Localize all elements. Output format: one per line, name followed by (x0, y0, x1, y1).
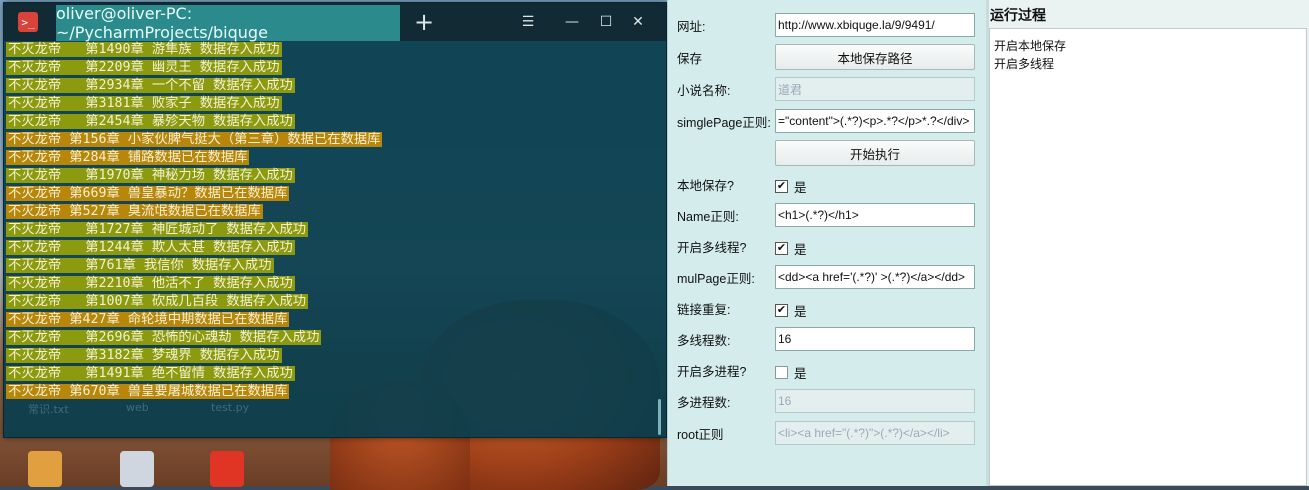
terminal-line: 不灭龙帝 第3181章 败家子 数据存入成功 (6, 95, 656, 113)
yes-label: 是 (794, 243, 807, 257)
log-title: 运行过程 (990, 7, 1046, 23)
dup-link-checkbox[interactable]: ✔ 是 (775, 301, 807, 320)
terminal-output[interactable]: 不灭龙帝 第1490章 游隼族 数据存入成功 不灭龙帝 第2209章 幽灵王 数据… (6, 41, 656, 431)
terminal-line: 不灭龙帝 第284章 铺路数据已在数据库 (6, 149, 656, 167)
novel-name-input[interactable]: 道君 (775, 77, 975, 101)
yes-label: 是 (794, 305, 807, 319)
terminal-line-text: 不灭龙帝 第527章 臭流氓数据已在数据库 (6, 204, 263, 219)
multithread-checkbox[interactable]: ✔ 是 (775, 239, 807, 258)
terminal-line: 不灭龙帝 第1727章 神匠城动了 数据存入成功 (6, 221, 656, 239)
hamburger-icon[interactable]: ☰ (514, 9, 542, 35)
terminal-line-text: 不灭龙帝 第284章 铺路数据已在数据库 (6, 150, 250, 165)
local-save-label: 本地保存? (677, 178, 734, 193)
terminal-line: 不灭龙帝 第427章 命轮境中期数据已在数据库 (6, 311, 656, 329)
terminal-line: 不灭龙帝 第2210章 他活不了 数据存入成功 (6, 275, 656, 293)
python-file-icon[interactable] (28, 451, 62, 487)
terminal-line: 不灭龙帝 第1244章 欺人太甚 数据存入成功 (6, 239, 656, 257)
new-tab-button[interactable]: + (408, 7, 440, 37)
terminal-line: 不灭龙帝 第527章 臭流氓数据已在数据库 (6, 203, 656, 221)
close-icon[interactable]: ✕ (624, 9, 652, 35)
terminal-line-text: 不灭龙帝 第1007章 砍成几百段 数据存入成功 (6, 294, 309, 309)
terminal-line: 不灭龙帝 第1970章 神秘力场 数据存入成功 (6, 167, 656, 185)
checkbox-box[interactable]: ✔ (775, 242, 788, 255)
terminal-window: >_ oliver@oliver-PC: ~/PycharmProjects/b… (3, 2, 667, 438)
desktop-icons (0, 445, 660, 487)
log-panel: 运行过程 开启本地保存 开启多线程 (989, 0, 1309, 486)
terminal-line: 不灭龙帝 第1007章 砍成几百段 数据存入成功 (6, 293, 656, 311)
log-output[interactable]: 开启本地保存 开启多线程 (989, 28, 1307, 486)
dup-link-label: 链接重复: (677, 302, 731, 317)
terminal-line-text: 不灭龙帝 第3181章 败家子 数据存入成功 (6, 96, 282, 111)
terminal-line: 不灭龙帝 第2696章 恐怖的心魂劫 数据存入成功 (6, 329, 656, 347)
process-count-label: 多进程数: (677, 395, 731, 410)
terminal-line-text: 不灭龙帝 第1490章 游隼族 数据存入成功 (6, 42, 282, 57)
terminal-line-text: 不灭龙帝 第1491章 绝不留情 数据存入成功 (6, 366, 295, 381)
terminal-line-text: 不灭龙帝 第1970章 神秘力场 数据存入成功 (6, 168, 295, 183)
terminal-line-text: 不灭龙帝 第156章 小家伙脾气挺大（第三章）数据已在数据库 (6, 132, 383, 147)
terminal-line-text: 不灭龙帝 第2210章 他活不了 数据存入成功 (6, 276, 295, 291)
terminal-line-text: 不灭龙帝 第670章 兽皇要屠城数据已在数据库 (6, 384, 290, 399)
process-count-input[interactable]: 16 (775, 389, 975, 413)
text-file-icon[interactable] (120, 451, 154, 487)
terminal-line-text: 不灭龙帝 第1244章 欺人太甚 数据存入成功 (6, 240, 295, 255)
local-save-checkbox[interactable]: ✔ 是 (775, 177, 807, 196)
terminal-line: 不灭龙帝 第2934章 一个不留 数据存入成功 (6, 77, 656, 95)
log-line: 开启多线程 (994, 57, 1055, 71)
terminal-line-text: 不灭龙帝 第2696章 恐怖的心魂劫 数据存入成功 (6, 330, 322, 345)
terminal-tab[interactable]: oliver@oliver-PC: ~/PycharmProjects/biqu… (56, 4, 400, 42)
settings-panel: 网址: http://www.xbiquge.la/9/9491/ 保存 本地保… (667, 0, 988, 486)
terminal-line: 不灭龙帝 第2209章 幽灵王 数据存入成功 (6, 59, 656, 77)
terminal-line-text: 不灭龙帝 第427章 命轮境中期数据已在数据库 (6, 312, 290, 327)
checkbox-box[interactable] (775, 366, 788, 379)
terminal-line: 不灭龙帝 第1491章 绝不留情 数据存入成功 (6, 365, 656, 383)
mul-page-regex-input[interactable]: <dd><a href='(.*?)' >(.*?)</a></dd> (775, 265, 975, 289)
multithread-label: 开启多线程? (677, 240, 747, 255)
yes-label: 是 (794, 367, 807, 381)
root-regex-label: root正则 (677, 427, 724, 442)
mul-page-regex-label: mulPage正则: (677, 271, 755, 286)
log-line: 开启本地保存 (994, 39, 1067, 53)
start-button[interactable]: 开始执行 (775, 140, 975, 166)
terminal-scrollbar[interactable] (658, 399, 661, 435)
terminal-line-text: 不灭龙帝 第3182章 梦魂界 数据存入成功 (6, 348, 282, 363)
yes-label: 是 (794, 181, 807, 195)
root-regex-input[interactable]: <li><a href="(.*?)">(.*?)</a></li> (775, 421, 975, 445)
name-regex-input[interactable]: <h1>(.*?)</h1> (775, 203, 975, 227)
terminal-line-text: 不灭龙帝 第761章 我信你 数据存入成功 (6, 258, 274, 273)
xmind-app-icon[interactable] (210, 451, 244, 487)
maximize-icon[interactable]: ☐ (592, 9, 620, 35)
terminal-line-text: 不灭龙帝 第2209章 幽灵王 数据存入成功 (6, 60, 282, 75)
single-page-regex-input[interactable]: ="content">(.*?)<p>.*?</p>*.?</div> (775, 109, 975, 133)
save-path-button[interactable]: 本地保存路径 (775, 44, 975, 70)
ghost-file-label: 常识.txt (28, 403, 69, 416)
save-label: 保存 (677, 51, 703, 66)
checkbox-box[interactable]: ✔ (775, 180, 788, 193)
multiprocess-label: 开启多进程? (677, 364, 747, 379)
terminal-app-icon: >_ (18, 12, 38, 32)
terminal-titlebar: >_ oliver@oliver-PC: ~/PycharmProjects/b… (4, 3, 666, 42)
terminal-line: 不灭龙帝 第3182章 梦魂界 数据存入成功 (6, 347, 656, 365)
terminal-line: 不灭龙帝 第761章 我信你 数据存入成功 (6, 257, 656, 275)
terminal-line: 不灭龙帝 第669章 兽皇暴动？数据已在数据库 (6, 185, 656, 203)
terminal-line: 不灭龙帝 第1490章 游隼族 数据存入成功 (6, 41, 656, 59)
url-input[interactable]: http://www.xbiquge.la/9/9491/ (775, 13, 975, 37)
terminal-line-text: 不灭龙帝 第2934章 一个不留 数据存入成功 (6, 78, 295, 93)
terminal-line: 不灭龙帝 第670章 兽皇要屠城数据已在数据库 (6, 383, 656, 401)
minimize-icon[interactable]: — (558, 9, 586, 35)
name-regex-label: Name正则: (677, 209, 739, 224)
url-label: 网址: (677, 19, 706, 34)
single-page-regex-label: simglePage正则: (677, 115, 771, 130)
terminal-line: 不灭龙帝 第2454章 暴殄天物 数据存入成功 (6, 113, 656, 131)
thread-count-input[interactable]: 16 (775, 327, 975, 351)
terminal-line-text: 不灭龙帝 第669章 兽皇暴动？数据已在数据库 (6, 186, 290, 201)
ghost-file-label: test.py (211, 401, 250, 414)
thread-count-label: 多线程数: (677, 333, 731, 348)
terminal-line-text: 不灭龙帝 第2454章 暴殄天物 数据存入成功 (6, 114, 295, 129)
multiprocess-checkbox[interactable]: 是 (775, 363, 807, 382)
checkbox-box[interactable]: ✔ (775, 304, 788, 317)
novel-name-label: 小说名称: (677, 83, 731, 98)
terminal-line-text: 不灭龙帝 第1727章 神匠城动了 数据存入成功 (6, 222, 309, 237)
terminal-line: 不灭龙帝 第156章 小家伙脾气挺大（第三章）数据已在数据库 (6, 131, 656, 149)
ghost-file-label: web (126, 401, 149, 414)
